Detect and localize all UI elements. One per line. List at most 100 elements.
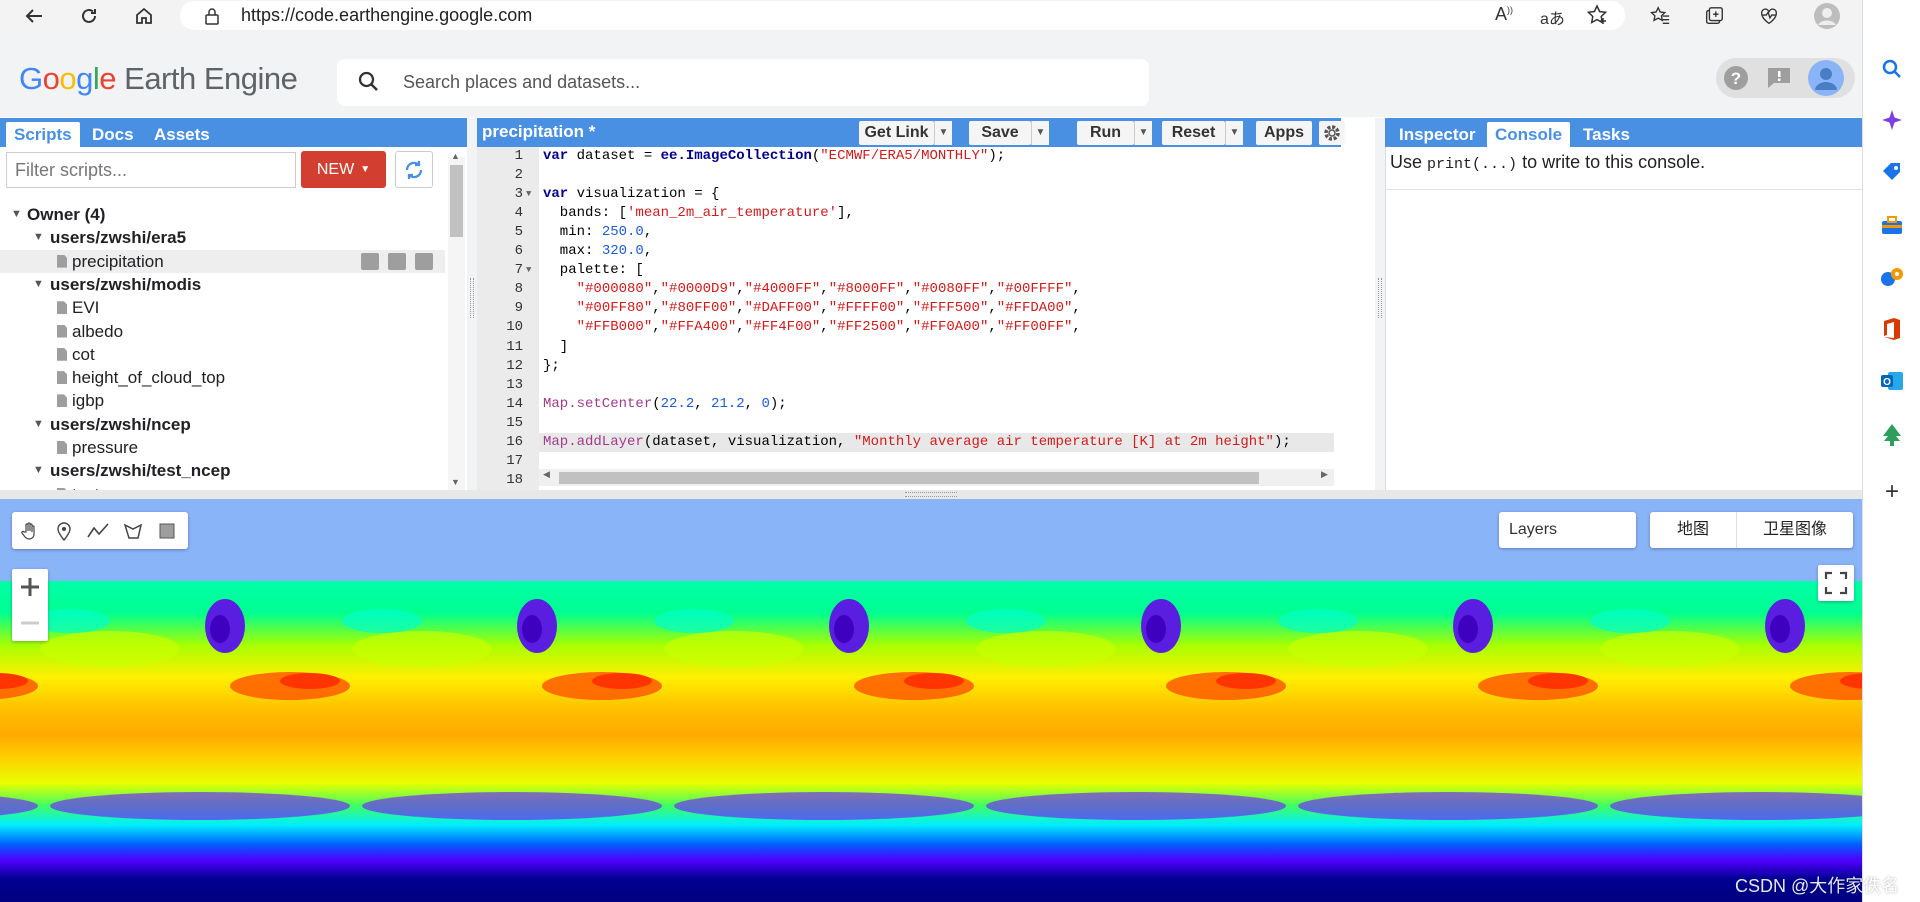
search-icon[interactable]	[1863, 52, 1920, 86]
fullscreen-button[interactable]	[1818, 565, 1854, 601]
earth-engine-logo[interactable]: Google Earth Engine	[19, 61, 298, 97]
code-editor[interactable]: 1 2 3 ▼ 4 5 6 7 ▼ 8 9 10 11 12 13 14 15 16 17 18 var datase…	[477, 147, 1341, 490]
code-line[interactable]: bands: ['mean_2m_air_temperature'],	[543, 204, 854, 223]
read-aloud-icon[interactable]: A))	[1495, 4, 1513, 25]
owner-group[interactable]: ▼ Owner (4)	[0, 203, 445, 226]
get-link-button[interactable]: Get Link	[859, 121, 934, 145]
tab-scripts[interactable]: Scripts	[6, 122, 80, 147]
map-view[interactable]: Layers 地图 卫星图像	[0, 499, 1862, 902]
marker-icon[interactable]	[49, 516, 79, 546]
script-file[interactable]: pressure	[0, 436, 445, 459]
feedback-icon[interactable]	[1763, 62, 1795, 94]
code-line[interactable]: "#000080","#0000D9","#4000FF","#8000FF",…	[543, 280, 1081, 299]
expand-caret-icon[interactable]: ▼	[33, 273, 44, 296]
script-file[interactable]: EVI	[0, 296, 445, 319]
tab-inspector[interactable]: Inspector	[1391, 122, 1484, 147]
refresh-icon[interactable]	[72, 0, 106, 31]
code-line[interactable]: var visualization = {	[543, 185, 719, 204]
code-line[interactable]: min: 250.0,	[543, 223, 652, 242]
expand-caret-icon[interactable]: ▼	[33, 413, 44, 436]
edit-icon[interactable]	[388, 252, 406, 270]
code-line[interactable]: "#00FF80","#80FF00","#DAFF00","#FFFF00",…	[543, 299, 1081, 318]
left-splitter[interactable]	[467, 118, 477, 490]
lock-icon[interactable]	[204, 7, 220, 30]
get-link-caret-icon[interactable]: ▼	[934, 121, 952, 145]
browser-essentials-icon[interactable]	[1752, 0, 1786, 31]
games-icon[interactable]	[1863, 260, 1920, 294]
expand-caret-icon[interactable]: ▼	[33, 459, 44, 482]
expand-caret-icon[interactable]: ▼	[33, 226, 44, 249]
script-file[interactable]: albedo	[0, 320, 445, 343]
profile-icon[interactable]	[1810, 0, 1844, 31]
tree-icon[interactable]	[1863, 418, 1920, 452]
reset-caret-icon[interactable]: ▼	[1225, 121, 1243, 145]
rectangle-icon[interactable]	[152, 516, 182, 546]
collections-icon[interactable]	[1697, 0, 1731, 31]
left-scrollbar-thumb[interactable]	[450, 165, 463, 237]
expand-caret-icon[interactable]: ▼	[11, 203, 22, 226]
address-bar[interactable]: https://code.earthengine.google.com A)) …	[180, 1, 1625, 30]
account-icon[interactable]	[1807, 59, 1845, 97]
layers-button[interactable]: Layers	[1499, 512, 1636, 548]
temperature-layer[interactable]	[0, 581, 1862, 902]
code-line[interactable]: Map.addLayer(dataset, visualization, "Mo…	[543, 433, 1291, 452]
search-box[interactable]	[337, 59, 1149, 106]
map-type-map[interactable]: 地图	[1650, 512, 1736, 548]
refresh-button[interactable]	[395, 151, 433, 188]
code-line[interactable]: var dataset = ee.ImageCollection("ECMWF/…	[543, 147, 1005, 166]
repo-folder[interactable]: ▼ users/zwshi/modis	[0, 273, 445, 296]
save-button[interactable]: Save	[969, 121, 1031, 145]
left-scrollbar[interactable]: ▲ ▼	[448, 151, 465, 490]
zoom-in-button[interactable]	[12, 569, 48, 605]
map-type-satellite[interactable]: 卫星图像	[1737, 512, 1853, 548]
filter-scripts-input[interactable]	[6, 152, 296, 188]
script-file[interactable]: cot	[0, 343, 445, 366]
back-icon[interactable]	[17, 0, 51, 31]
code-line[interactable]: "#FFB000","#FFA400","#FF4F00","#FF2500",…	[543, 318, 1081, 337]
fold-caret-icon[interactable]: ▼	[526, 189, 531, 199]
script-file[interactable]: test_ncep	[0, 483, 445, 490]
script-file[interactable]: igbp	[0, 389, 445, 412]
outlook-icon[interactable]: O	[1863, 364, 1920, 398]
translate-icon[interactable]: aあ	[1540, 5, 1565, 29]
line-icon[interactable]	[83, 516, 113, 546]
code-line[interactable]: };	[543, 357, 560, 376]
tab-docs[interactable]: Docs	[84, 122, 142, 147]
reset-button[interactable]: Reset	[1162, 121, 1225, 145]
map-splitter[interactable]	[0, 490, 1862, 499]
polygon-icon[interactable]	[118, 516, 148, 546]
home-icon[interactable]	[127, 0, 161, 31]
run-caret-icon[interactable]: ▼	[1134, 121, 1152, 145]
add-favorite-icon[interactable]	[1585, 3, 1609, 32]
fold-caret-icon[interactable]: ▼	[526, 265, 531, 275]
revision-history-icon[interactable]	[361, 252, 379, 270]
script-file[interactable]: precipitation	[0, 249, 445, 273]
apps-button[interactable]: Apps	[1256, 121, 1312, 145]
favorites-icon[interactable]	[1643, 0, 1677, 31]
tab-tasks[interactable]: Tasks	[1575, 122, 1638, 147]
delete-icon[interactable]	[415, 252, 433, 270]
script-file[interactable]: height_of_cloud_top	[0, 366, 445, 389]
repo-folder[interactable]: ▼ users/zwshi/ncep	[0, 413, 445, 436]
code-line[interactable]: Map.setCenter(22.2, 21.2, 0);	[543, 395, 787, 414]
editor-horizontal-scrollbar[interactable]: ◀ ▶	[539, 469, 1334, 486]
repo-folder[interactable]: ▼ users/zwshi/test_ncep	[0, 459, 445, 482]
add-icon[interactable]: +	[1863, 475, 1920, 509]
tools-icon[interactable]	[1863, 208, 1920, 242]
copilot-icon[interactable]	[1863, 103, 1920, 137]
new-button[interactable]: NEW ▼	[301, 151, 386, 188]
zoom-out-button[interactable]	[12, 605, 48, 641]
save-caret-icon[interactable]: ▼	[1031, 121, 1049, 145]
hand-icon[interactable]	[15, 516, 45, 546]
search-input[interactable]	[401, 67, 1121, 97]
editor-horizontal-thumb[interactable]	[559, 472, 1259, 484]
shopping-icon[interactable]	[1863, 155, 1920, 189]
tab-console[interactable]: Console	[1487, 122, 1571, 147]
right-splitter[interactable]	[1375, 118, 1385, 490]
run-button[interactable]: Run	[1077, 121, 1134, 145]
code-line[interactable]: ]	[543, 338, 568, 357]
settings-button[interactable]	[1319, 121, 1345, 145]
code-line[interactable]: max: 320.0,	[543, 242, 652, 261]
repo-folder[interactable]: ▼ users/zwshi/era5	[0, 226, 445, 249]
office-icon[interactable]	[1863, 312, 1920, 346]
